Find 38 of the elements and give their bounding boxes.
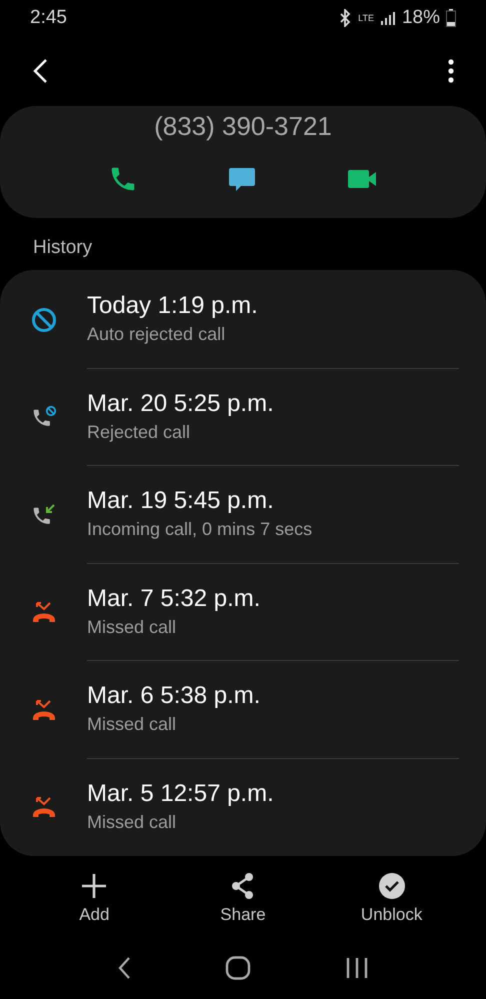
blocked-icon [30,306,56,333]
nav-home-icon[interactable] [225,956,251,980]
call-detail: Rejected call [87,420,192,444]
call-detail: Auto rejected call [87,323,226,346]
call-time: Mar. 6 5:38 p.m. [87,681,262,712]
more-icon [448,59,454,83]
check-circle-icon [378,872,406,900]
phone-number: (833) 390-3721 [154,110,332,143]
call-log-row[interactable]: Mar. 6 5:38 p.m. Missed call [0,661,486,758]
share-button[interactable]: Share [188,872,298,928]
call-time: Mar. 5 12:57 p.m. [87,779,275,810]
unblock-button[interactable]: Unblock [336,872,447,928]
battery-percentage: 18% [402,6,440,30]
section-title: History [33,236,92,260]
back-icon [32,58,48,84]
call-log-row[interactable]: Mar. 19 5:45 p.m. Incoming call, 0 mins 7 secs [0,466,486,564]
call-log-row[interactable]: Mar. 7 5:32 p.m. Missed call [0,564,486,661]
call-time: Mar. 7 5:32 p.m. [87,584,262,614]
call-detail: Missed call [87,713,178,736]
call-time: Mar. 20 5:25 p.m. [87,388,275,419]
call-log-row[interactable]: Mar. 5 12:57 p.m. Missed call [0,758,486,856]
share-icon [230,872,256,900]
signal-icon [380,10,396,26]
network-type: LTE [358,14,374,22]
call-detail: Missed call [87,616,178,639]
status-time: 2:45 [30,6,67,30]
add-button[interactable]: Add [39,872,150,928]
bluetooth-icon [338,9,352,27]
call-time: Mar. 19 5:45 p.m. [87,486,275,516]
plus-icon [80,872,108,900]
call-detail: Missed call [87,811,178,834]
call-detail: Incoming call, 0 mins 7 secs [87,518,314,542]
battery-icon [446,9,456,27]
nav-recents-icon[interactable] [345,956,369,980]
call-log-row[interactable]: Mar. 20 5:25 p.m. Rejected call [0,368,486,466]
nav-back-icon[interactable] [117,956,131,980]
call-time: Today 1:19 p.m. [87,291,259,322]
call-log-row[interactable]: Today 1:19 p.m. Auto rejected call [0,271,486,368]
